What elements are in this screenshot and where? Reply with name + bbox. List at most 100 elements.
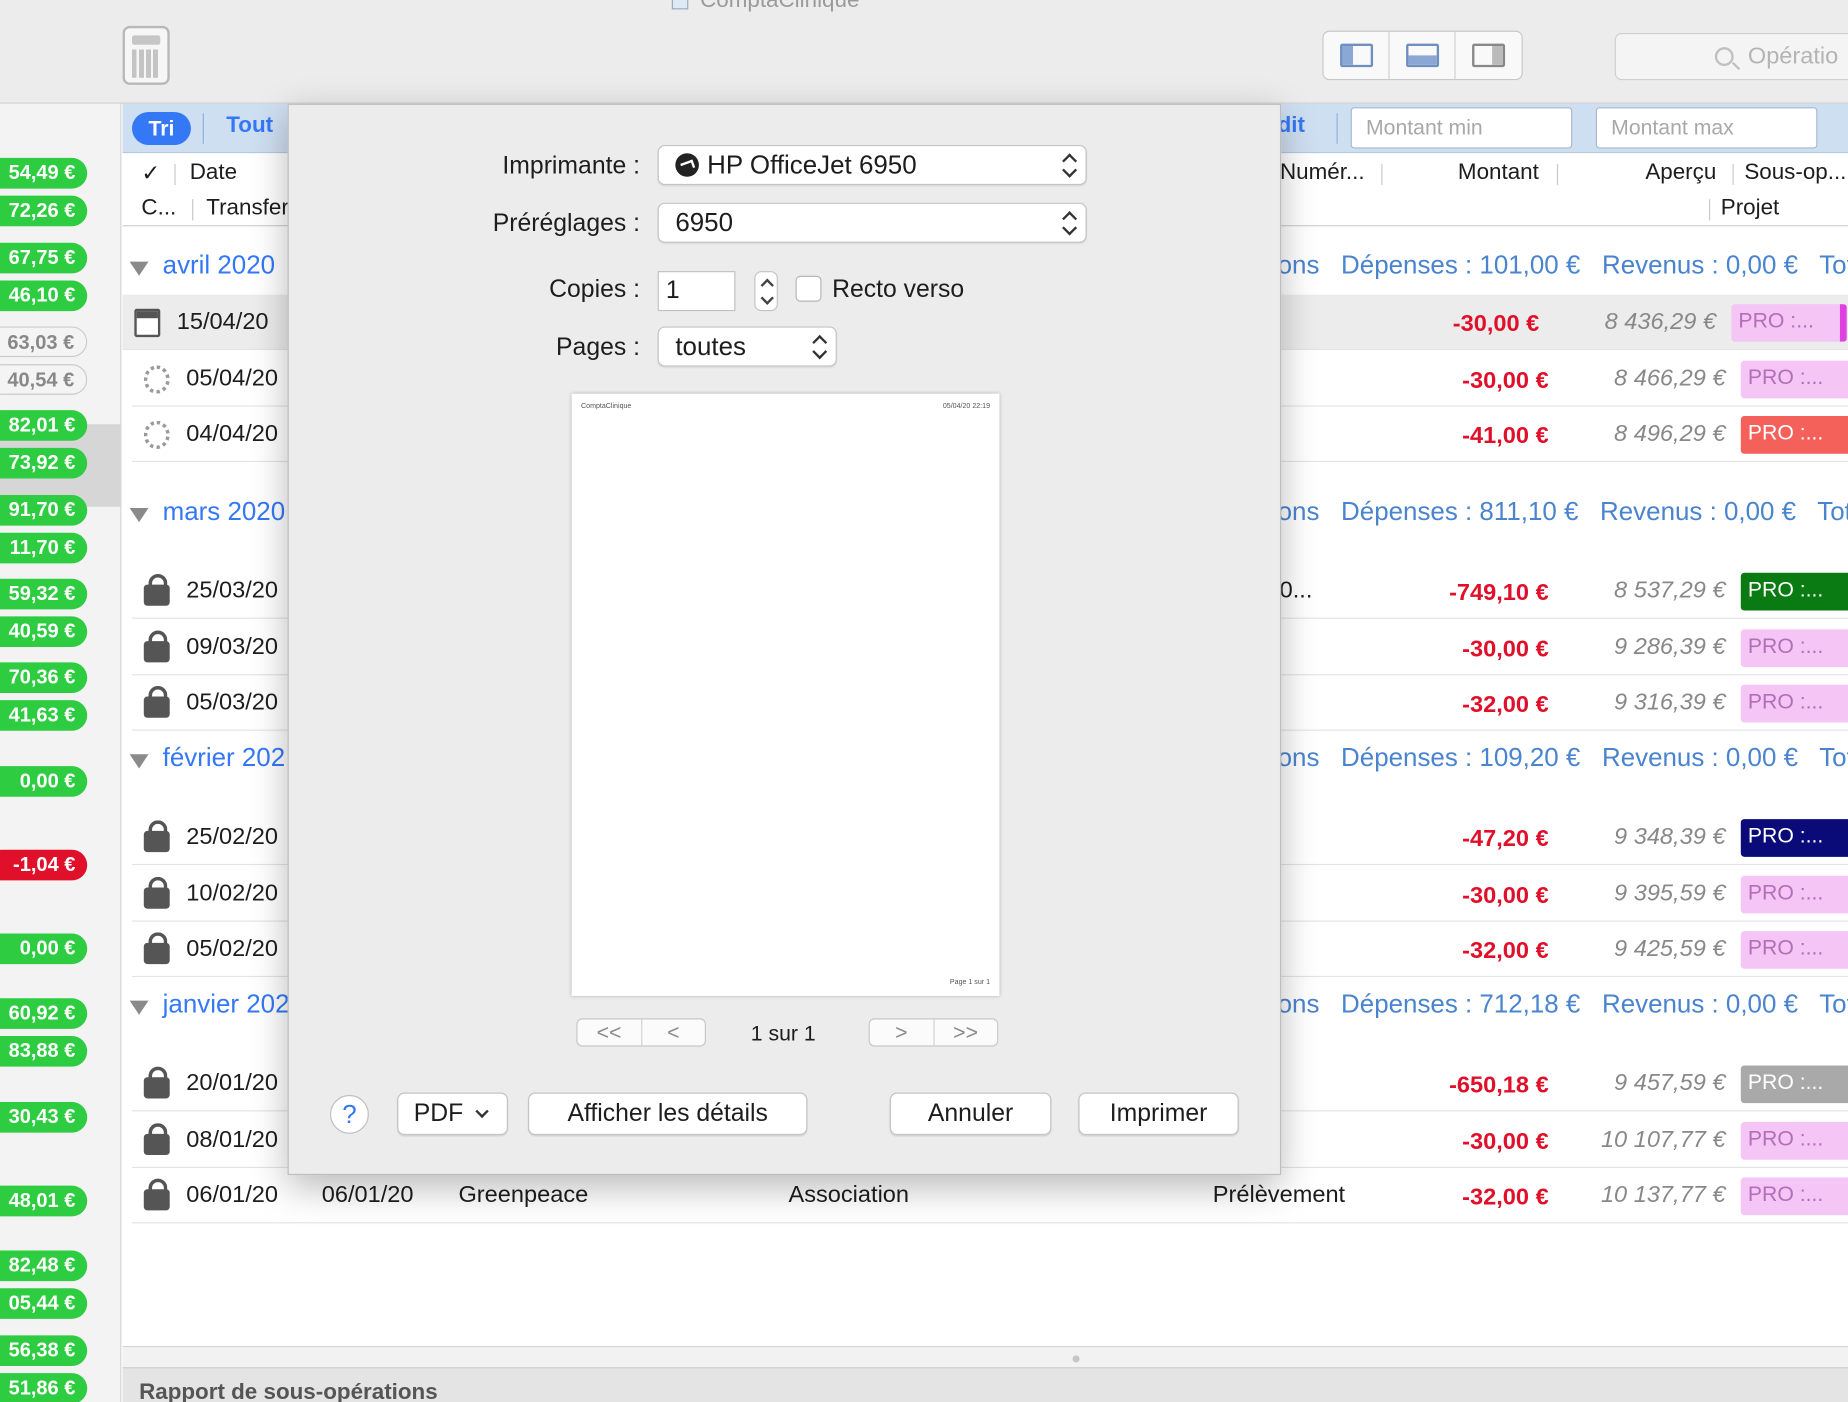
account-balance-badge[interactable]: 73,92 €	[0, 447, 88, 479]
project-tag[interactable]: PRO :...	[1740, 931, 1848, 969]
account-balance-badge[interactable]: 60,92 €	[0, 998, 88, 1029]
account-balance-badge[interactable]: 82,01 €	[0, 410, 88, 441]
summary-total: Tota	[1819, 988, 1848, 1019]
right-panel-toggle-icon[interactable]	[1456, 32, 1522, 79]
split-view-divider[interactable]	[122, 1345, 1848, 1368]
account-balance-badge[interactable]: 0,00 €	[0, 933, 88, 965]
column-c[interactable]: C...	[141, 196, 176, 222]
account-balance-badge[interactable]: 82,48 €	[0, 1250, 88, 1282]
filter-all-button[interactable]: Tout	[226, 113, 273, 139]
calculator-icon[interactable]	[122, 25, 170, 85]
disclosure-triangle-icon[interactable]	[129, 261, 149, 276]
printer-select[interactable]: HP OfficeJet 6950	[657, 144, 1087, 186]
scaled-canvas: ComptaClinique Opératio 54,49 € 72,26 € 67…	[0, 0, 1848, 1402]
account-balance-badge[interactable]: 70,36 €	[0, 662, 88, 694]
project-tag[interactable]: PRO :...	[1740, 1065, 1848, 1104]
column-montant[interactable]: Montant	[1458, 160, 1539, 186]
amount-max-input[interactable]: Montant max	[1595, 107, 1818, 149]
search-icon	[1714, 47, 1734, 67]
project-tag[interactable]: PRO :...	[1740, 684, 1848, 723]
account-balance-badge[interactable]: 48,01 €	[0, 1185, 88, 1217]
show-details-button[interactable]: Afficher les détails	[528, 1092, 808, 1135]
account-balance-badge[interactable]: 63,03 €	[0, 326, 88, 358]
account-balance-badge[interactable]: 91,70 €	[0, 495, 88, 526]
cancel-button[interactable]: Annuler	[889, 1092, 1052, 1135]
account-balance-badge[interactable]: 05,44 €	[0, 1288, 88, 1319]
spinner-icon	[143, 364, 170, 394]
first-page-button[interactable]: <<	[578, 1019, 642, 1046]
account-balance-badge[interactable]: 11,70 €	[0, 532, 88, 564]
column-numero[interactable]: Numér...	[1280, 160, 1365, 186]
transaction-amount: -41,00 €	[1462, 423, 1549, 450]
disclosure-triangle-icon[interactable]	[129, 1000, 149, 1015]
column-date[interactable]: Date	[190, 160, 237, 186]
project-tag[interactable]: PRO :...	[1740, 360, 1848, 398]
account-balance-badge[interactable]: 40,59 €	[0, 616, 88, 648]
project-tag[interactable]: PRO :...	[1740, 1177, 1848, 1216]
copies-stepper[interactable]	[754, 271, 778, 312]
month-summary: ons Dépenses : 109,20 € Revenus : 0,00 €…	[1278, 743, 1848, 774]
account-balance-badge[interactable]: -1,04 €	[0, 849, 88, 881]
project-tag[interactable]: PRO :...	[1740, 416, 1848, 454]
column-check[interactable]: ✓	[141, 160, 160, 187]
account-balance-badge[interactable]: 67,75 €	[0, 242, 88, 274]
amount-min-input[interactable]: Montant min	[1350, 107, 1573, 149]
filter-credit-button[interactable]: dit	[1278, 113, 1305, 139]
pdf-menu-button[interactable]: PDF	[397, 1092, 508, 1135]
account-balance-badge[interactable]: 54,49 €	[0, 157, 88, 189]
project-tag[interactable]: PRO :...	[1731, 304, 1847, 342]
project-tag[interactable]: PRO :...	[1740, 819, 1848, 857]
sort-button[interactable]: Tri	[132, 111, 191, 145]
project-tag[interactable]: PRO :...	[1740, 1121, 1848, 1160]
next-page-button[interactable]: >	[870, 1019, 935, 1046]
search-field[interactable]: Opératio	[1614, 33, 1848, 81]
print-dialog: Imprimante : HP OfficeJet 6950 Préréglag…	[287, 103, 1282, 1176]
transaction-row[interactable]: 06/01/20 06/01/20 Greenpeace Association Pré…	[132, 1168, 1848, 1224]
pages-select[interactable]: toutes	[657, 326, 837, 367]
last-page-button[interactable]: >>	[934, 1019, 997, 1045]
project-tag[interactable]: PRO :...	[1740, 572, 1848, 611]
column-projet[interactable]: Projet	[1721, 196, 1780, 222]
disclosure-triangle-icon[interactable]	[129, 507, 149, 523]
column-transfer[interactable]: Transfer	[206, 196, 289, 222]
account-balance-badge[interactable]: 46,10 €	[0, 280, 88, 312]
transaction-amount: -30,00 €	[1452, 311, 1540, 338]
presets-select[interactable]: 6950	[657, 202, 1087, 243]
print-button[interactable]: Imprimer	[1078, 1092, 1239, 1135]
preview-header-date: 05/04/20 22:19	[942, 403, 991, 411]
account-balance-badge[interactable]: 30,43 €	[0, 1101, 88, 1133]
account-balance-badge[interactable]: 41,63 €	[0, 700, 88, 731]
preview-footer-page: Page 1 sur 1	[949, 979, 991, 987]
lock-icon	[143, 876, 170, 909]
account-balance-column: 54,49 € 72,26 € 67,75 € 46,10 € 63,03 € 40,54…	[0, 103, 122, 1402]
window-title-text: ComptaClinique	[700, 0, 860, 13]
project-tag[interactable]: PRO :...	[1740, 628, 1848, 667]
disclosure-triangle-icon[interactable]	[129, 754, 149, 769]
bottom-panel-toggle-icon[interactable]	[1390, 31, 1456, 79]
column-apercu[interactable]: Aperçu	[1645, 160, 1716, 186]
previous-page-button[interactable]: <	[642, 1019, 705, 1045]
project-tag[interactable]: PRO :...	[1740, 875, 1848, 913]
month-name: janvier 202	[162, 988, 290, 1019]
transaction-date: 20/01/20	[186, 1070, 278, 1097]
account-balance-badge[interactable]: 40,54 €	[0, 364, 88, 395]
divider-handle-icon[interactable]	[1072, 1355, 1080, 1363]
lock-icon	[143, 573, 170, 606]
summary-depenses: Dépenses : 712,18 €	[1341, 988, 1581, 1019]
account-balance-badge[interactable]: 59,32 €	[0, 578, 88, 610]
left-panel-toggle-icon[interactable]	[1324, 31, 1390, 79]
duplex-label[interactable]: Recto verso	[832, 276, 964, 304]
help-button[interactable]: ?	[330, 1094, 369, 1134]
account-balance-badge[interactable]: 83,88 €	[0, 1035, 88, 1067]
sub-operations-report-header: Rapport de sous-opérations	[122, 1367, 1848, 1402]
account-balance-badge[interactable]: 56,38 €	[0, 1335, 88, 1366]
column-sous-operations[interactable]: Sous-op...	[1744, 160, 1846, 186]
account-balance-badge[interactable]: 51,86 €	[0, 1373, 88, 1402]
duplex-checkbox[interactable]	[795, 275, 822, 302]
preview-nav-back: << <	[576, 1018, 706, 1047]
summary-prefix: ons	[1277, 742, 1320, 772]
account-balance-badge[interactable]: 0,00 €	[0, 766, 88, 797]
copies-input[interactable]: 1	[657, 271, 736, 312]
account-balance-badge[interactable]: 72,26 €	[0, 195, 88, 227]
value-date: 06/01/20	[321, 1182, 414, 1209]
